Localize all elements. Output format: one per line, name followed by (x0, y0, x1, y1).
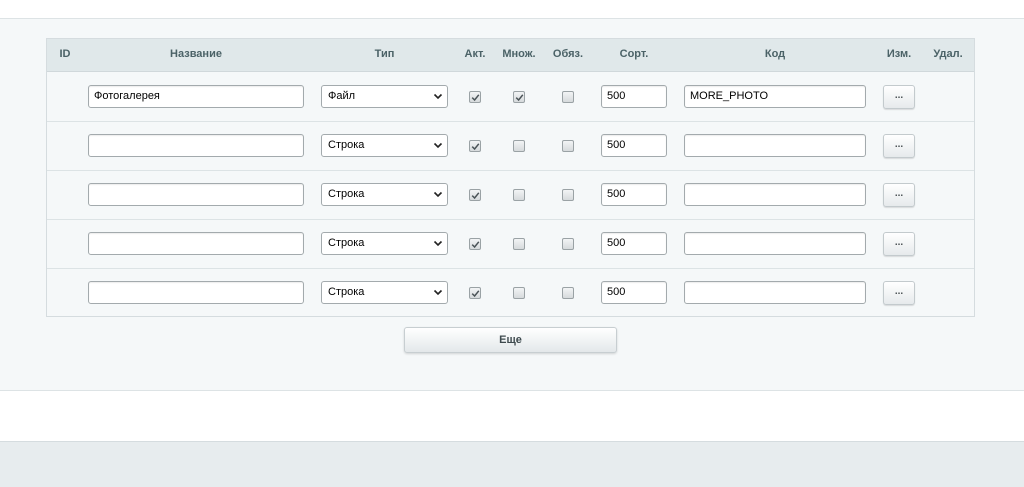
header-sort: Сорт. (619, 48, 649, 60)
properties-table: ID Название Тип Акт. Множ. Обяз. Сорт. К… (46, 38, 975, 317)
edit-property-button[interactable]: ... (883, 85, 915, 109)
more-button[interactable]: Еще (404, 327, 617, 353)
multiple-checkbox[interactable] (513, 287, 525, 299)
name-input[interactable] (88, 134, 304, 157)
type-select-value: Файл (328, 90, 356, 102)
table-row: Строка 500 ... (47, 121, 974, 171)
check-icon (471, 94, 480, 102)
table-row: Строка 500 ... (47, 170, 974, 220)
code-input[interactable]: MORE_PHOTO (684, 85, 866, 108)
required-checkbox[interactable] (562, 238, 574, 250)
multiple-checkbox[interactable] (513, 238, 525, 250)
chevron-down-icon (433, 289, 443, 296)
header-multiple: Множ. (502, 48, 536, 60)
type-select[interactable]: Строка (321, 134, 448, 157)
check-icon (515, 94, 524, 102)
active-checkbox[interactable] (469, 91, 481, 103)
required-checkbox[interactable] (562, 287, 574, 299)
sort-input[interactable]: 500 (601, 134, 667, 157)
multiple-checkbox[interactable] (513, 91, 525, 103)
edit-property-button[interactable]: ... (883, 281, 915, 305)
type-select-value: Строка (328, 237, 365, 249)
type-select[interactable]: Строка (321, 281, 448, 304)
active-checkbox[interactable] (469, 287, 481, 299)
sort-input[interactable]: 500 (601, 183, 667, 206)
top-strip (0, 0, 1024, 19)
active-checkbox[interactable] (469, 140, 481, 152)
header-edit: Изм. (886, 48, 912, 60)
code-input[interactable] (684, 232, 866, 255)
chevron-down-icon (433, 191, 443, 198)
type-select-value: Строка (328, 286, 365, 298)
check-icon (471, 143, 480, 151)
header-name: Название (170, 48, 222, 60)
check-icon (471, 192, 480, 200)
active-checkbox[interactable] (469, 189, 481, 201)
sort-input[interactable]: 500 (601, 281, 667, 304)
edit-property-button[interactable]: ... (883, 232, 915, 256)
sort-input[interactable]: 500 (601, 85, 667, 108)
type-select[interactable]: Файл (321, 85, 448, 108)
code-input[interactable] (684, 134, 866, 157)
multiple-checkbox[interactable] (513, 189, 525, 201)
type-select-value: Строка (328, 188, 365, 200)
footer-bar (0, 441, 1024, 487)
check-icon (471, 241, 480, 249)
required-checkbox[interactable] (562, 91, 574, 103)
name-input[interactable] (88, 281, 304, 304)
name-input[interactable] (88, 232, 304, 255)
multiple-checkbox[interactable] (513, 140, 525, 152)
name-input[interactable] (88, 183, 304, 206)
type-select-value: Строка (328, 139, 365, 151)
sort-input[interactable]: 500 (601, 232, 667, 255)
header-code: Код (764, 48, 786, 60)
check-icon (471, 290, 480, 298)
header-required: Обяз. (552, 48, 584, 60)
code-input[interactable] (684, 183, 866, 206)
table-row: Фотогалерея Файл 500 MORE_PHOTO ... (47, 72, 974, 122)
name-input[interactable]: Фотогалерея (88, 85, 304, 108)
type-select[interactable]: Строка (321, 183, 448, 206)
edit-property-button[interactable]: ... (883, 134, 915, 158)
header-delete: Удал. (933, 48, 963, 60)
active-checkbox[interactable] (469, 238, 481, 250)
required-checkbox[interactable] (562, 140, 574, 152)
required-checkbox[interactable] (562, 189, 574, 201)
code-input[interactable] (684, 281, 866, 304)
chevron-down-icon (433, 142, 443, 149)
header-id: ID (59, 48, 71, 60)
edit-property-button[interactable]: ... (883, 183, 915, 207)
table-header: ID Название Тип Акт. Множ. Обяз. Сорт. К… (47, 39, 974, 72)
table-row: Строка 500 ... (47, 219, 974, 269)
header-type: Тип (374, 48, 395, 60)
chevron-down-icon (433, 240, 443, 247)
chevron-down-icon (433, 93, 443, 100)
table-row: Строка 500 ... (47, 268, 974, 317)
type-select[interactable]: Строка (321, 232, 448, 255)
header-active: Акт. (464, 48, 486, 60)
